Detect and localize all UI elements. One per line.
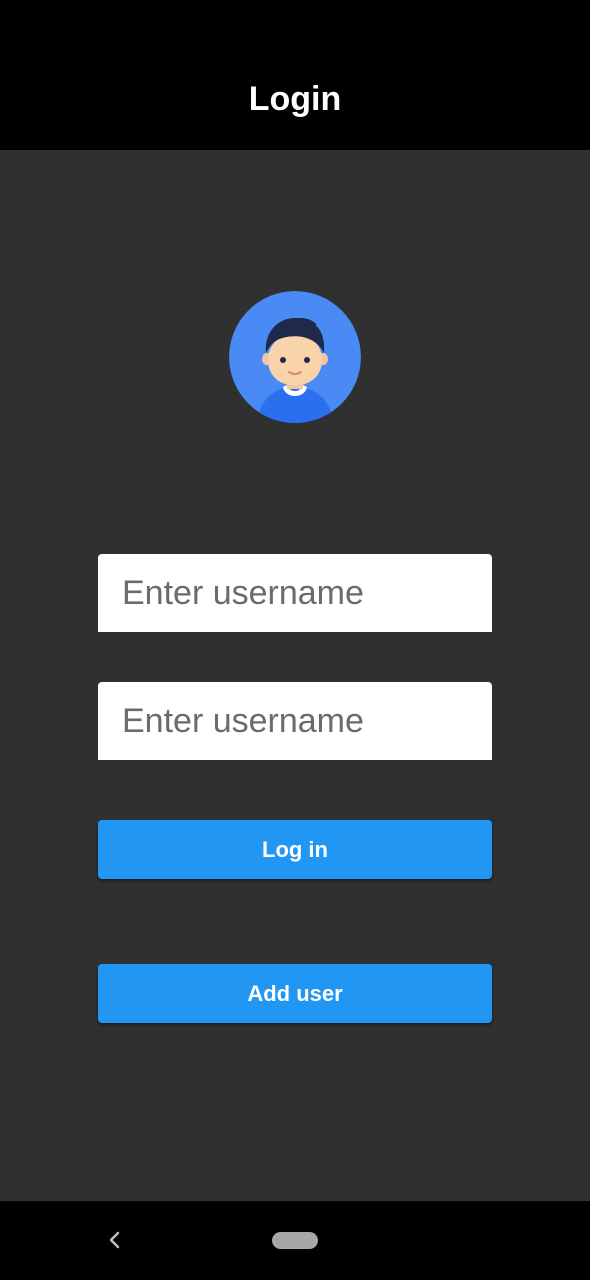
add-user-button[interactable]: Add user — [98, 964, 492, 1023]
user-avatar-icon — [229, 291, 361, 423]
username-input[interactable] — [98, 554, 492, 632]
home-pill-icon[interactable] — [272, 1232, 318, 1249]
back-chevron-icon[interactable] — [103, 1228, 125, 1252]
page-title: Login — [248, 80, 342, 118]
login-button[interactable]: Log in — [98, 820, 492, 879]
app-bar: Login — [0, 0, 590, 150]
system-nav-bar — [0, 1201, 590, 1280]
password-input[interactable] — [98, 682, 492, 760]
